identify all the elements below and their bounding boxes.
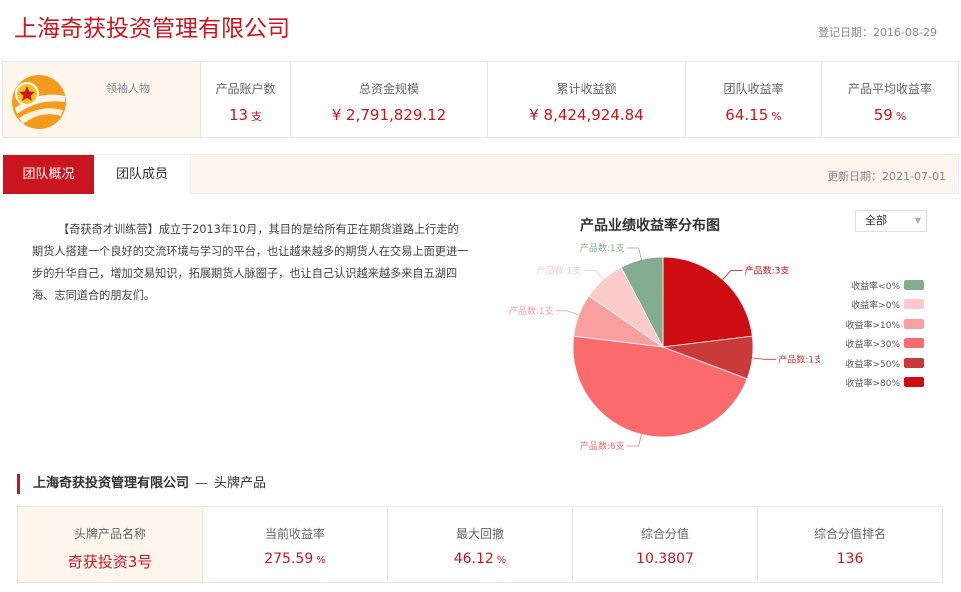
stat-avg-return: 产品平均收益率 59% — [822, 62, 958, 137]
pie-leader-line — [752, 357, 777, 360]
legend-label: 收益率>0% — [851, 301, 900, 312]
stat-number: 64.15 — [725, 106, 769, 124]
stat-total-capital: 总资金规模 ¥ 2,791,829.12 — [291, 62, 488, 137]
section-company: 上海奇获投资管理有限公司 — [33, 476, 190, 491]
flagship-return-cell: 当前收益率 275.59% — [203, 507, 388, 582]
flag-label: 综合分值 — [640, 527, 689, 541]
flag-label: 最大回撤 — [455, 527, 504, 541]
pie-slice-label: 产品数:6支 — [580, 440, 625, 452]
legend-swatch — [904, 318, 924, 329]
legend-label: 收益率>10% — [845, 320, 900, 331]
legend-swatch — [904, 338, 924, 349]
flag-label: 头牌产品名称 — [73, 527, 146, 541]
legend-item[interactable]: 收益率>10% — [820, 316, 930, 335]
flag-number: 46.12 — [453, 551, 494, 567]
pie-slice-label: 产品数:1支 — [537, 265, 582, 277]
flagship-score-cell: 综合分值 10.3807 — [573, 507, 758, 582]
legend-swatch — [904, 357, 924, 368]
leader-cell: 领袖人物 — [3, 62, 201, 137]
tab-overview[interactable]: 团队概况 — [3, 155, 94, 194]
stat-unit: % — [895, 110, 907, 123]
legend-item[interactable]: 收益率>50% — [820, 355, 930, 374]
tab-members[interactable]: 团队成员 — [94, 155, 191, 194]
stat-number: 59 — [873, 106, 893, 124]
legend-swatch — [904, 280, 924, 290]
pie-leader-line — [583, 270, 604, 280]
stat-account-count: 产品账户数 13 支 — [201, 62, 291, 137]
chevron-down-icon: ▼ — [914, 216, 921, 225]
flagship-product-link[interactable]: 奇获投资3号 — [18, 551, 202, 572]
team-description: 【奇获奇才训练营】成立于2013年10月，其目的是给所有正在期货道路上行走的 期… — [32, 223, 469, 302]
legend-label: 收益率>30% — [845, 340, 900, 351]
flag-value: 46.12% — [388, 551, 572, 567]
update-date: 更新日期：2021-07-01 — [827, 170, 946, 183]
pie-slice-label: 产品数:1支 — [580, 242, 625, 254]
flag-number: 275.59 — [264, 551, 314, 567]
section-subtitle: 头牌产品 — [214, 476, 267, 491]
stat-value: 64.15% — [686, 106, 821, 124]
flagship-name-cell: 头牌产品名称 奇获投资3号 — [18, 507, 203, 582]
stat-unit: 支 — [251, 110, 263, 123]
stat-team-return: 团队收益率 64.15% — [686, 62, 822, 137]
stat-value: ¥ 8,424,924.84 — [529, 106, 644, 124]
stat-value: ¥ 2,791,829.12 — [331, 106, 447, 124]
stat-cumulative-profit: 累计收益额 ¥ 8,424,924.84 — [488, 62, 686, 137]
flag-label: 当前收益率 — [264, 527, 325, 541]
stat-value: 59% — [822, 106, 958, 124]
legend-label: 收益率<0% — [851, 282, 900, 292]
filter-select[interactable]: 全部 ▼ — [855, 210, 927, 232]
pie-slice-label: 产品数:3支 — [745, 265, 790, 277]
pie-leader-line — [626, 434, 642, 447]
flag-unit: % — [316, 555, 326, 566]
filter-select-value: 全部 — [865, 214, 887, 227]
flag-value: 10.3807 — [636, 551, 694, 567]
legend-label: 收益率>50% — [845, 359, 900, 370]
stat-value: 13 支 — [201, 106, 290, 124]
chart-legend: 收益率<0% 收益率>0% 收益率>10% 收益率>30% 收益率>50% 收益率>80% — [820, 277, 930, 393]
legend-item[interactable]: 收益率>0% — [820, 296, 930, 315]
legend-item[interactable]: 收益率>30% — [820, 335, 930, 354]
pie-leader-line — [626, 247, 642, 260]
stat-label: 团队收益率 — [723, 82, 784, 96]
pie-leader-line — [555, 310, 579, 316]
stat-label: 总资金规模 — [358, 82, 419, 96]
pie-slice-label: 产品数:1支 — [509, 305, 554, 317]
legend-swatch — [904, 299, 924, 310]
flag-unit: % — [496, 555, 507, 566]
tabs-bar: 团队概况 团队成员 更新日期：2021-07-01 — [2, 154, 959, 194]
register-date: 登记日期：2016-08-29 — [818, 26, 937, 39]
stat-number: 13 — [228, 106, 249, 124]
company-title: 上海奇获投资管理有限公司 — [14, 16, 290, 42]
flag-label: 综合分值排名 — [813, 527, 886, 541]
legend-item[interactable]: 收益率<0% — [820, 277, 930, 296]
stats-panel: 领袖人物 产品账户数 13 支 总资金规模 ¥ 2,791,829.12 累计收益… — [2, 61, 959, 138]
flagship-rank-cell: 综合分值排名 136 — [758, 507, 942, 582]
section-header: 上海奇获投资管理有限公司 — 头牌产品 — [17, 474, 266, 494]
stat-label: 产品账户数 — [215, 82, 276, 96]
flag-value: 136 — [836, 551, 864, 567]
pie-slice-label: 产品数:1支 — [778, 353, 820, 365]
stat-label: 累计收益额 — [556, 82, 617, 96]
pie-chart: 产品数:3支产品数:1支产品数:6支产品数:1支产品数:1支产品数:1支 — [509, 242, 820, 452]
stat-unit: % — [771, 110, 782, 123]
legend-swatch — [904, 376, 924, 387]
flagship-table: 头牌产品名称 奇获投资3号 当前收益率 275.59% 最大回撤 46.12% … — [17, 506, 943, 583]
legend-label: 收益率>80% — [845, 378, 900, 389]
stat-label: 产品平均收益率 — [847, 82, 932, 96]
flagship-drawdown-cell: 最大回撤 46.12% — [388, 507, 573, 582]
legend-item[interactable]: 收益率>80% — [820, 374, 930, 393]
company-logo-icon — [12, 75, 66, 129]
leader-label: 领袖人物 — [106, 82, 150, 95]
pie-leader-line — [722, 270, 743, 280]
flag-value: 275.59% — [203, 551, 387, 567]
section-separator: — — [195, 476, 209, 491]
